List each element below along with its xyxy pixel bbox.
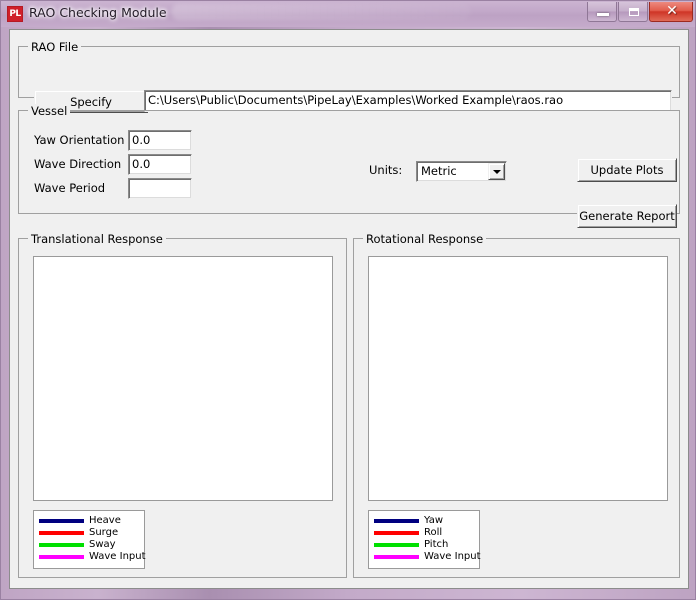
legend-label-wave-input: Wave Input — [89, 551, 146, 562]
units-label: Units: — [369, 163, 402, 177]
legend-label-surge: Surge — [89, 527, 118, 538]
translational-plot-canvas[interactable] — [33, 256, 333, 501]
wave-period-input[interactable] — [128, 178, 192, 199]
legend-label-sway: Sway — [89, 539, 116, 550]
rao-file-path-input[interactable]: C:\Users\Public\Documents\PipeLay\Exampl… — [144, 90, 672, 112]
legend-item: Heave — [39, 515, 140, 526]
legend-label-yaw: Yaw — [424, 515, 443, 526]
legend-swatch-yaw — [374, 519, 419, 523]
close-button[interactable]: ✕ — [649, 2, 693, 22]
application-window: PL RAO Checking Module ✕ RAO File Specif… — [0, 0, 696, 600]
generate-report-button[interactable]: Generate Report — [577, 204, 677, 228]
wave-period-label: Wave Period — [34, 181, 105, 195]
yaw-orientation-label: Yaw Orientation — [34, 133, 124, 147]
yaw-orientation-input[interactable]: 0.0 — [128, 130, 192, 151]
legend-swatch-wave-input — [39, 555, 84, 559]
maximize-icon — [629, 8, 639, 16]
window-title: RAO Checking Module — [29, 5, 167, 20]
legend-label-roll: Roll — [424, 527, 442, 538]
legend-swatch-wave-input — [374, 555, 419, 559]
legend-swatch-surge — [39, 531, 84, 535]
legend-item: Pitch — [374, 539, 475, 550]
rotational-plot-canvas[interactable] — [368, 256, 668, 501]
legend-label-wave-input: Wave Input — [424, 551, 481, 562]
title-bar: PL RAO Checking Module ✕ — [1, 1, 696, 27]
legend-item: Surge — [39, 527, 140, 538]
wave-direction-label: Wave Direction — [34, 157, 121, 171]
units-select[interactable]: Metric — [416, 161, 507, 182]
update-plots-button[interactable]: Update Plots — [577, 158, 677, 182]
client-area: RAO File Specify C:\Users\Public\Documen… — [9, 29, 689, 589]
minimize-icon — [597, 13, 609, 16]
legend-item: Yaw — [374, 515, 475, 526]
legend-item: Sway — [39, 539, 140, 550]
units-select-value: Metric — [421, 164, 457, 178]
close-icon: ✕ — [650, 2, 694, 20]
legend-label-pitch: Pitch — [424, 539, 448, 550]
vessel-group-title: Vessel — [28, 104, 70, 118]
legend-item: Roll — [374, 527, 475, 538]
maximize-button[interactable] — [618, 2, 648, 22]
legend-item: Wave Input — [39, 551, 140, 562]
minimize-button[interactable] — [587, 2, 617, 22]
rotational-response-group-title: Rotational Response — [363, 232, 486, 246]
wave-direction-input[interactable]: 0.0 — [128, 154, 192, 175]
translational-response-group-title: Translational Response — [28, 232, 166, 246]
legend-swatch-pitch — [374, 543, 419, 547]
chevron-down-icon[interactable] — [488, 163, 505, 180]
legend-item: Wave Input — [374, 551, 475, 562]
rotational-plot-legend: Yaw Roll Pitch Wave Input — [368, 510, 480, 569]
legend-swatch-heave — [39, 519, 84, 523]
legend-swatch-sway — [39, 543, 84, 547]
legend-label-heave: Heave — [89, 515, 121, 526]
translational-plot-legend: Heave Surge Sway Wave Input — [33, 510, 145, 569]
legend-swatch-roll — [374, 531, 419, 535]
pipelay-logo-icon: PL — [7, 6, 23, 22]
rao-file-group-title: RAO File — [28, 40, 81, 54]
